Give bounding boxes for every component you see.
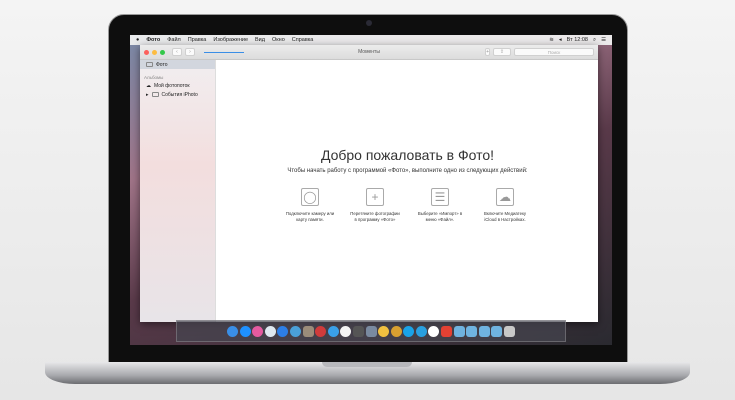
disclosure-icon[interactable]: ▸ — [146, 92, 149, 98]
action-text: Включите Медиатеку iCloud в Настройках. — [483, 211, 527, 222]
action-text: Перетяните фотографии в программу «Фото» — [350, 211, 400, 222]
sidebar-item-photos[interactable]: Фото — [140, 60, 215, 69]
actions: ◯ Подключите камеру или карту памяти. + Пер… — [217, 188, 598, 223]
dock — [176, 320, 566, 342]
camera-icon: ◯ — [301, 188, 319, 206]
dock-app-icon[interactable] — [264, 325, 276, 337]
plus-stack-icon: + — [366, 188, 384, 206]
action-item: ☁ Включите Медиатеку iCloud в Настройках. — [480, 188, 530, 223]
dock-app-icon[interactable] — [340, 325, 352, 337]
forward-button[interactable]: › — [185, 48, 195, 56]
action-item: + Перетяните фотографии в программу «Фото… — [350, 188, 400, 223]
dock-app-icon[interactable] — [352, 325, 364, 337]
menu-file[interactable]: Файл — [167, 37, 181, 43]
zoom-button[interactable] — [160, 49, 165, 55]
menu-bar: ● Фото Файл Правка Изображение Вид Окно … — [130, 35, 612, 45]
apple-menu-icon[interactable]: ● — [136, 37, 139, 43]
dock-app-icon[interactable] — [239, 325, 251, 337]
action-item: ☰ Выберите «Импорт» в меню «Файл». — [415, 188, 465, 223]
dock-app-icon[interactable] — [390, 325, 402, 337]
sidebar-item-photostream[interactable]: ☁ Мой фотопоток — [140, 81, 215, 90]
sidebar-item-label: Фото — [156, 61, 168, 68]
dock-app-icon[interactable] — [226, 325, 238, 337]
minimize-button[interactable] — [152, 49, 157, 55]
back-button[interactable]: ‹ — [172, 48, 182, 56]
welcome-title: Добро пожаловать в Фото! — [320, 147, 495, 163]
welcome-subtitle: Чтобы начать работу с программой «Фото»,… — [287, 168, 528, 174]
clock[interactable]: Вт 12:08 — [567, 37, 588, 43]
search-input[interactable]: Поиск — [514, 48, 594, 56]
dock-app-icon[interactable] — [415, 325, 427, 337]
action-text: Выберите «Импорт» в меню «Файл». — [417, 211, 463, 222]
laptop-notch — [322, 362, 412, 367]
menu-view[interactable]: Вид — [255, 37, 265, 43]
dock-app-icon[interactable] — [441, 325, 453, 337]
albums-header: Альбомы — [144, 75, 164, 80]
dock-app-icon[interactable] — [403, 325, 415, 337]
sidebar-item-iphoto-events[interactable]: ▸ События iPhoto — [140, 90, 215, 99]
dock-app-icon[interactable] — [504, 325, 516, 337]
dock-app-icon[interactable] — [252, 325, 264, 337]
wifi-icon[interactable]: ≋ — [549, 37, 554, 43]
screen: ● Фото Файл Правка Изображение Вид Окно … — [130, 35, 612, 345]
icloud-icon: ☁ — [496, 188, 514, 206]
dock-app-icon[interactable] — [327, 325, 339, 337]
volume-icon[interactable]: ◂ — [559, 37, 562, 43]
folder-icon — [151, 92, 159, 97]
sidebar-item-label: Мой фотопоток — [154, 82, 190, 89]
dock-app-icon[interactable] — [491, 325, 503, 337]
menu-help[interactable]: Справка — [292, 37, 314, 43]
cloud-icon: ☁ — [146, 82, 151, 89]
zoom-slider[interactable] — [204, 51, 244, 53]
add-button[interactable]: + — [485, 48, 490, 56]
dock-app-icon[interactable] — [289, 325, 301, 337]
notification-center-icon[interactable]: ☰ — [601, 37, 606, 43]
photos-window: ‹ › Моменты + ⇪ Поиск Фото Альбомы ☁ Мой … — [140, 45, 598, 322]
dock-app-icon[interactable] — [428, 325, 440, 337]
dock-app-icon[interactable] — [378, 325, 390, 337]
menu-image[interactable]: Изображение — [213, 37, 248, 43]
close-button[interactable] — [144, 49, 149, 55]
menu-app[interactable]: Фото — [146, 37, 160, 43]
menu-window[interactable]: Окно — [272, 37, 285, 43]
photos-icon — [146, 62, 153, 67]
action-item: ◯ Подключите камеру или карту памяти. — [285, 188, 335, 223]
sidebar: Фото Альбомы ☁ Мой фотопоток ▸ События iPh… — [140, 60, 216, 322]
file-menu-icon: ☰ — [431, 188, 449, 206]
welcome-panel: Добро пожаловать в Фото! Чтобы начать ра… — [217, 60, 598, 322]
dock-app-icon[interactable] — [453, 325, 465, 337]
camera — [366, 20, 372, 26]
toolbar: ‹ › Моменты + ⇪ Поиск — [140, 45, 598, 60]
dock-app-icon[interactable] — [315, 325, 327, 337]
sidebar-item-label: События iPhoto — [161, 91, 198, 98]
dock-app-icon[interactable] — [466, 325, 478, 337]
dock-app-icon[interactable] — [302, 325, 314, 337]
action-text: Подключите камеру или карту памяти. — [285, 211, 335, 222]
dock-app-icon[interactable] — [277, 325, 289, 337]
share-button[interactable]: ⇪ — [493, 48, 511, 56]
dock-app-icon[interactable] — [365, 325, 377, 337]
dock-app-icon[interactable] — [478, 325, 490, 337]
menu-edit[interactable]: Правка — [188, 37, 207, 43]
spotlight-icon[interactable]: ⌕ — [593, 37, 596, 44]
